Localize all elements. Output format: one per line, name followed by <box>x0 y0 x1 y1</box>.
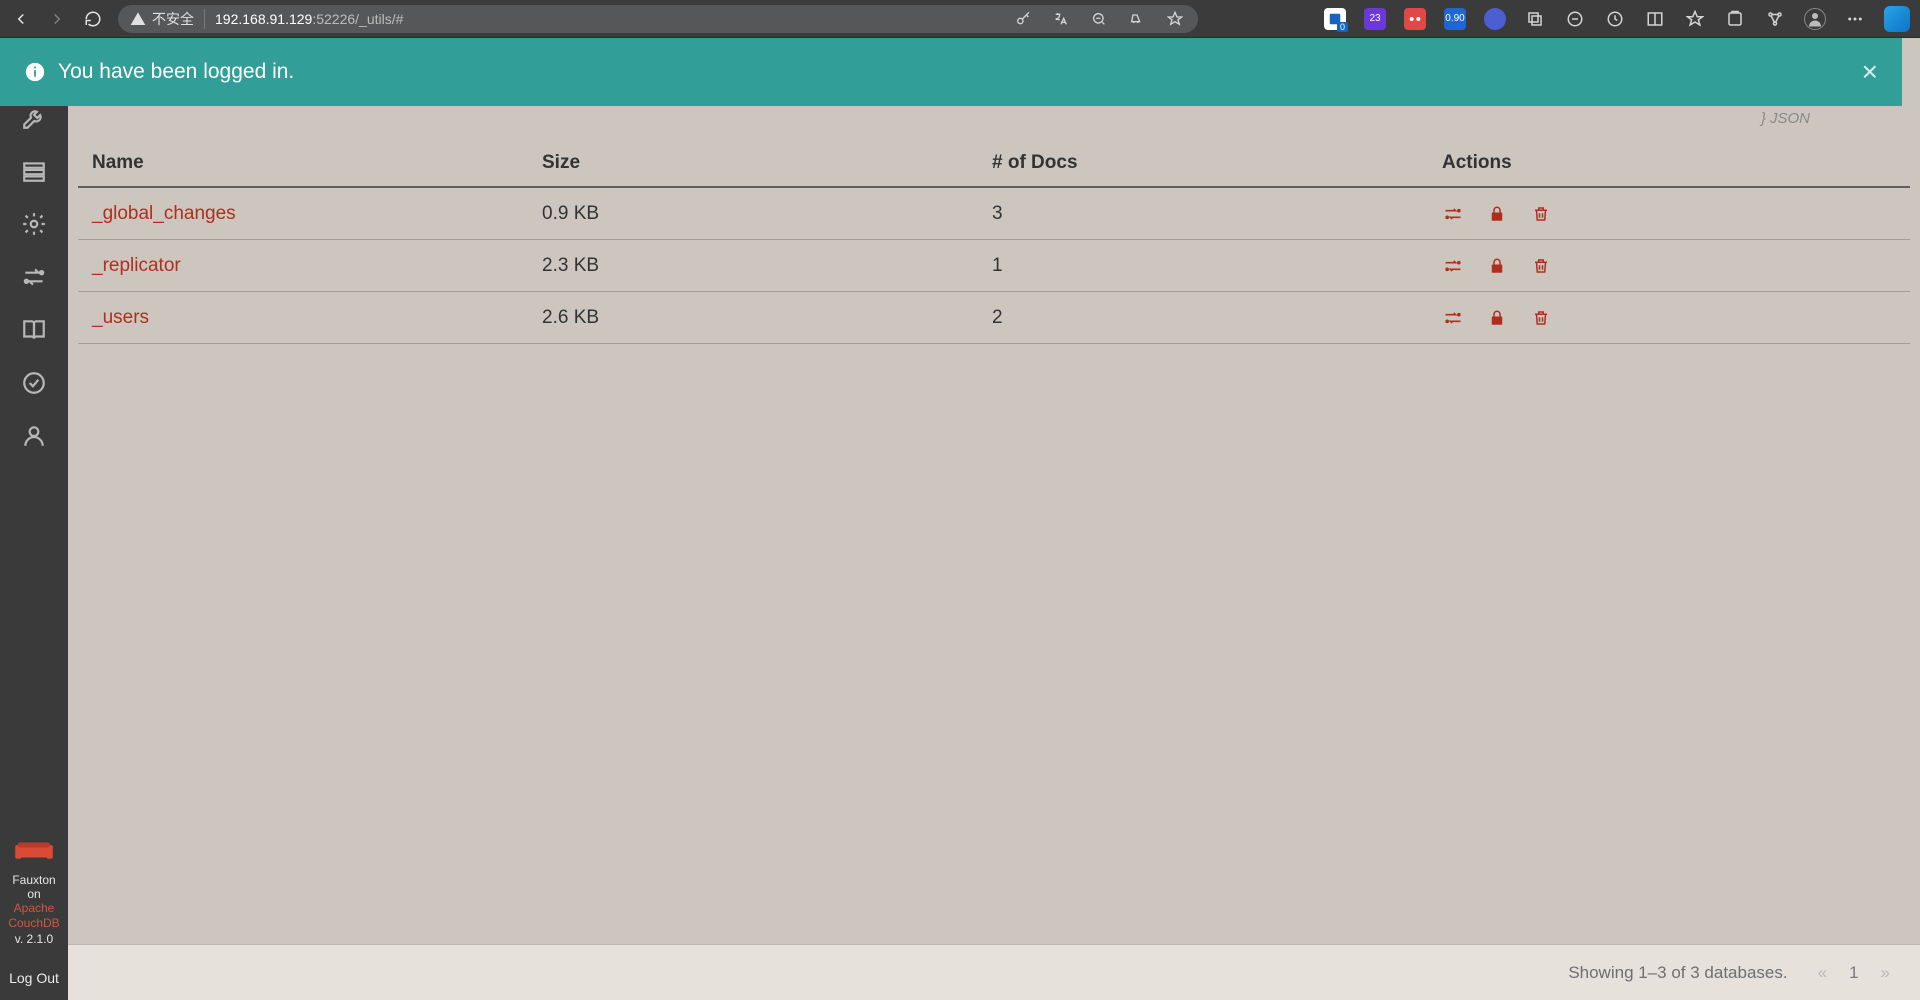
wrench-icon <box>21 105 47 131</box>
notification-banner: You have been logged in. × <box>0 38 1902 106</box>
notification-message: You have been logged in. <box>58 60 294 84</box>
db-actions <box>1442 255 1896 277</box>
db-actions <box>1442 203 1896 225</box>
key-icon[interactable] <box>1012 8 1034 30</box>
db-actions <box>1442 307 1896 329</box>
address-bar[interactable]: 不安全 192.168.91.129:52226/_utils/# <box>118 5 1198 33</box>
ext-icon-4[interactable]: 0.90 <box>1444 8 1466 30</box>
nav-rail: Fauxton on Apache CouchDB v. 2.1.0 Log O… <box>0 38 68 1000</box>
replicate-db-icon[interactable] <box>1442 307 1464 329</box>
warning-icon <box>130 11 146 27</box>
security-label-text: 不安全 <box>152 9 194 29</box>
nav-documentation[interactable] <box>0 303 68 356</box>
delete-db-icon[interactable] <box>1530 307 1552 329</box>
copilot-icon[interactable] <box>1884 6 1910 32</box>
replicate-db-icon[interactable] <box>1442 203 1464 225</box>
logout-label: Log Out <box>9 970 59 986</box>
db-size: 2.6 KB <box>542 307 992 329</box>
zoom-out-icon[interactable] <box>1088 8 1110 30</box>
db-size: 2.3 KB <box>542 255 992 277</box>
read-aloud-icon[interactable] <box>1126 8 1148 30</box>
next-page[interactable]: » <box>1881 963 1890 983</box>
replicate-db-icon[interactable] <box>1442 255 1464 277</box>
nav-admin[interactable] <box>0 409 68 462</box>
rail-footer-line1: Fauxton on <box>4 873 64 901</box>
ext-icon-2[interactable]: 23 <box>1364 8 1386 30</box>
ext-icon-3[interactable] <box>1404 8 1426 30</box>
performance-icon[interactable] <box>1604 8 1626 30</box>
split-screen-icon[interactable] <box>1644 8 1666 30</box>
json-toggle-cut[interactable]: } JSON <box>1761 110 1810 127</box>
app-root: You have been logged in. × <box>0 38 1920 1000</box>
browser-chrome: 不安全 192.168.91.129:52226/_utils/# 0 23 0… <box>0 0 1920 38</box>
permissions-db-icon[interactable] <box>1486 307 1508 329</box>
database-table: Name Size # of Docs Actions _global_chan… <box>78 140 1910 344</box>
rail-footer-couch: CouchDB <box>4 916 64 930</box>
chrome-right-icons: 0 23 0.90 <box>1324 6 1910 32</box>
pagination-footer: Showing 1–3 of 3 databases. « 1 » <box>68 944 1920 1000</box>
favorite-icon[interactable] <box>1164 8 1186 30</box>
showing-label: Showing 1–3 of 3 databases. <box>1568 963 1787 983</box>
logout-link[interactable]: Log Out <box>0 956 68 1000</box>
ext-icon-5[interactable] <box>1484 8 1506 30</box>
rail-footer-apache: Apache <box>4 901 64 915</box>
db-docs: 2 <box>992 307 1442 329</box>
delete-db-icon[interactable] <box>1530 255 1552 277</box>
prev-page[interactable]: « <box>1818 963 1827 983</box>
couchdb-logo-icon <box>14 835 54 865</box>
extensions-icon[interactable] <box>1724 8 1746 30</box>
minimize-icon[interactable] <box>1564 8 1586 30</box>
table-row: _global_changes 0.9 KB 3 <box>78 188 1910 240</box>
replication-icon <box>21 264 47 290</box>
nav-replication[interactable] <box>0 250 68 303</box>
pager: « 1 » <box>1818 963 1890 983</box>
db-name-link[interactable]: _global_changes <box>92 203 236 224</box>
gear-icon <box>21 211 47 237</box>
nav-config[interactable] <box>0 197 68 250</box>
more-menu[interactable] <box>1844 8 1866 30</box>
url-rest: :52226/_utils/# <box>312 11 403 27</box>
col-size: Size <box>542 152 992 174</box>
db-docs: 1 <box>992 255 1442 277</box>
translate-icon[interactable] <box>1050 8 1072 30</box>
col-actions: Actions <box>1442 152 1896 174</box>
permissions-db-icon[interactable] <box>1486 203 1508 225</box>
collections-icon[interactable] <box>1524 8 1546 30</box>
nav-active-tasks[interactable] <box>0 144 68 197</box>
book-icon <box>21 317 47 343</box>
user-icon <box>21 423 47 449</box>
network-icon[interactable] <box>1764 8 1786 30</box>
info-icon <box>24 61 46 83</box>
check-circle-icon <box>21 370 47 396</box>
favorites-star-icon[interactable] <box>1684 8 1706 30</box>
main-content: } JSON Name Size # of Docs Actions _glob… <box>68 38 1920 1000</box>
table-header: Name Size # of Docs Actions <box>78 140 1910 188</box>
close-banner-button[interactable]: × <box>1862 56 1878 88</box>
db-docs: 3 <box>992 203 1442 225</box>
ext-icon-1[interactable]: 0 <box>1324 8 1346 30</box>
nav-verify[interactable] <box>0 356 68 409</box>
db-size: 0.9 KB <box>542 203 992 225</box>
table-row: _replicator 2.3 KB 1 <box>78 240 1910 292</box>
url-host: 192.168.91.129 <box>215 11 312 27</box>
permissions-db-icon[interactable] <box>1486 255 1508 277</box>
profile-avatar[interactable] <box>1804 8 1826 30</box>
tasks-icon <box>21 158 47 184</box>
page-number: 1 <box>1849 963 1858 983</box>
back-button[interactable] <box>10 8 32 30</box>
security-warning[interactable]: 不安全 <box>130 9 205 29</box>
url-text: 192.168.91.129:52226/_utils/# <box>215 11 403 27</box>
forward-button[interactable] <box>46 8 68 30</box>
delete-db-icon[interactable] <box>1530 203 1552 225</box>
db-name-link[interactable]: _users <box>92 307 149 328</box>
col-docs: # of Docs <box>992 152 1442 174</box>
col-name: Name <box>92 152 542 174</box>
table-row: _users 2.6 KB 2 <box>78 292 1910 344</box>
rail-footer-version: v. 2.1.0 <box>4 932 64 946</box>
refresh-button[interactable] <box>82 8 104 30</box>
rail-footer: Fauxton on Apache CouchDB v. 2.1.0 <box>0 825 68 956</box>
db-name-link[interactable]: _replicator <box>92 255 181 276</box>
